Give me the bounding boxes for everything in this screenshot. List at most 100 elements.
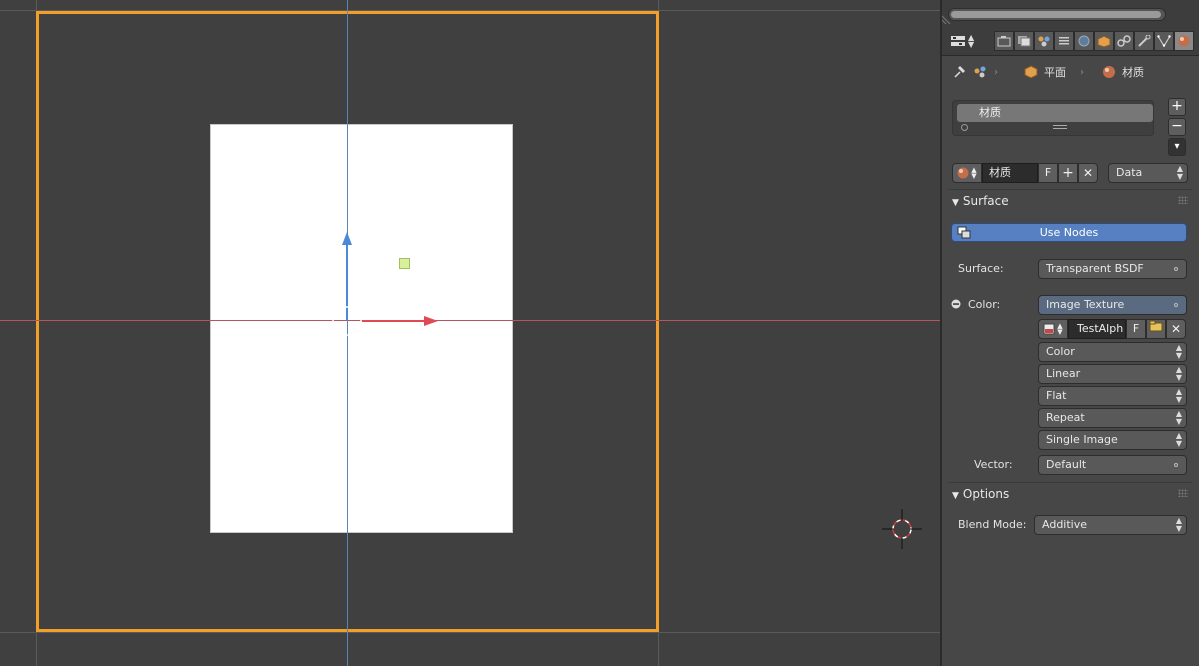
chevron-right-icon: ›: [994, 66, 998, 78]
chevron-updown-icon: ▲ ▼: [1175, 516, 1182, 533]
projection-dropdown[interactable]: Flat ▲ ▼: [1038, 386, 1187, 406]
tab-render-layers[interactable]: [1014, 31, 1034, 51]
surface-shader-dropdown[interactable]: Transparent BSDF: [1038, 259, 1187, 279]
color-label: Color:: [968, 298, 1001, 311]
open-image-button[interactable]: [1146, 319, 1166, 339]
chevron-updown-icon: ▲ ▼: [1176, 164, 1183, 181]
image-icon: [1043, 323, 1055, 335]
source-dropdown[interactable]: Single Image ▲ ▼: [1038, 430, 1187, 450]
remove-slot-button[interactable]: −: [1168, 118, 1186, 136]
unlink-material-button[interactable]: ✕: [1078, 163, 1098, 183]
blend-mode-label: Blend Mode:: [958, 518, 1027, 531]
chevron-updown-icon: ▲ ▼: [1175, 343, 1182, 360]
close-icon: ✕: [1170, 322, 1182, 336]
vector-label: Vector:: [974, 458, 1013, 471]
chevron-updown-icon: ▲ ▼: [971, 166, 977, 180]
color-input-dropdown[interactable]: Image Texture: [1038, 295, 1187, 315]
vector-input-value: Default: [1046, 458, 1087, 471]
color-space-dropdown[interactable]: Color ▲ ▼: [1038, 342, 1187, 362]
tab-object[interactable]: [1094, 31, 1114, 51]
drag-grip-icon[interactable]: [1178, 489, 1188, 497]
pin-icon[interactable]: [952, 65, 966, 79]
extension-value: Repeat: [1046, 411, 1085, 424]
image-fake-user-button[interactable]: F: [1126, 319, 1146, 339]
scene-icon: [974, 66, 986, 78]
blend-mode-value: Additive: [1042, 518, 1087, 531]
link-socket-icon: [1174, 267, 1178, 271]
tab-world[interactable]: [1054, 31, 1074, 51]
grid-line: [0, 632, 940, 633]
surface-panel-title: Surface: [962, 194, 1009, 208]
tab-material[interactable]: [1174, 31, 1194, 51]
link-socket-icon: [1174, 463, 1178, 467]
object-icon: [1024, 65, 1038, 79]
blend-mode-dropdown[interactable]: Additive ▲ ▼: [1034, 515, 1187, 535]
material-name-field[interactable]: 材质: [982, 163, 1038, 183]
scene-icon: [1038, 36, 1050, 47]
link-socket-icon: [1174, 303, 1178, 307]
gizmo-x-arrow[interactable]: [424, 316, 438, 326]
close-icon: ✕: [1082, 166, 1094, 180]
render-layers-icon: [1018, 36, 1031, 47]
extension-dropdown[interactable]: Repeat ▲ ▼: [1038, 408, 1187, 428]
source-value: Single Image: [1046, 433, 1118, 446]
projection-value: Flat: [1046, 389, 1067, 402]
world-sphere-icon: [1078, 35, 1090, 47]
new-material-button[interactable]: +: [1058, 163, 1078, 183]
triangle-down-icon: ▼: [952, 491, 959, 501]
material-id-block: ▲ ▼ 材质 F + ✕: [952, 163, 1098, 183]
chevron-updown-icon: ▲ ▼: [1175, 365, 1182, 382]
surface-panel-header[interactable]: ▼ Surface: [948, 190, 1192, 212]
fake-user-button[interactable]: F: [1038, 163, 1058, 183]
3d-viewport[interactable]: [0, 0, 940, 666]
list-resize-grip[interactable]: [1053, 125, 1067, 129]
surface-shader-value: Transparent BSDF: [1046, 262, 1144, 275]
slot-specials-button[interactable]: ▾: [1168, 138, 1186, 156]
tab-modifiers[interactable]: [1134, 31, 1154, 51]
header-scrollbar[interactable]: [948, 8, 1166, 21]
interpolation-value: Linear: [1046, 367, 1081, 380]
collapse-minus-icon[interactable]: [951, 299, 961, 309]
material-slot-list[interactable]: 材质: [952, 100, 1154, 136]
plus-icon: +: [1062, 165, 1074, 181]
tab-scene[interactable]: [1034, 31, 1054, 51]
tab-world-sphere[interactable]: [1074, 31, 1094, 51]
chevron-updown-icon: ▲ ▼: [968, 33, 975, 49]
breadcrumb-material: 材质: [1122, 66, 1144, 79]
tab-render[interactable]: [994, 31, 1014, 51]
chevron-updown-icon: ▲ ▼: [1175, 431, 1182, 448]
surface-label: Surface:: [958, 262, 1004, 275]
3d-cursor-icon: [882, 509, 922, 549]
transform-gizmo[interactable]: [320, 228, 450, 338]
image-name-field[interactable]: TestAlph: [1068, 319, 1126, 339]
color-input-value: Image Texture: [1046, 298, 1125, 311]
color-space-value: Color: [1046, 345, 1075, 358]
unlink-image-button[interactable]: ✕: [1166, 319, 1186, 339]
filter-toggle-icon[interactable]: [961, 124, 968, 131]
properties-header: ▲ ▼: [942, 0, 1199, 56]
x-axis-line: [0, 320, 940, 321]
tab-data[interactable]: [1154, 31, 1174, 51]
use-nodes-button[interactable]: Use Nodes: [951, 223, 1187, 242]
drag-grip-icon[interactable]: [1178, 196, 1188, 204]
object-icon: [1097, 35, 1111, 47]
material-link-dropdown[interactable]: Data ▲ ▼: [1108, 163, 1188, 183]
tab-constraints[interactable]: [1114, 31, 1134, 51]
material-link-value: Data: [1116, 166, 1143, 179]
interpolation-dropdown[interactable]: Linear ▲ ▼: [1038, 364, 1187, 384]
use-nodes-label: Use Nodes: [1039, 226, 1099, 239]
node-tree-icon: [957, 226, 971, 239]
options-panel-header[interactable]: ▼ Options: [948, 483, 1192, 505]
image-datablock: ▲ ▼ TestAlph F ✕: [1038, 319, 1186, 339]
material-slot-item[interactable]: 材质: [957, 104, 1153, 122]
browse-material-button[interactable]: ▲ ▼: [952, 163, 982, 183]
vector-input-dropdown[interactable]: Default: [1038, 455, 1187, 475]
chevron-updown-icon: ▲ ▼: [1175, 387, 1182, 404]
render-icon: [997, 36, 1011, 47]
gizmo-y-arrow[interactable]: [342, 232, 352, 245]
constraints-icon: [1117, 35, 1131, 47]
chevron-right-icon: ›: [1080, 66, 1084, 78]
add-slot-button[interactable]: +: [1168, 98, 1186, 116]
browse-image-button[interactable]: ▲ ▼: [1038, 319, 1068, 339]
editor-type-menu[interactable]: ▲ ▼: [950, 31, 982, 51]
